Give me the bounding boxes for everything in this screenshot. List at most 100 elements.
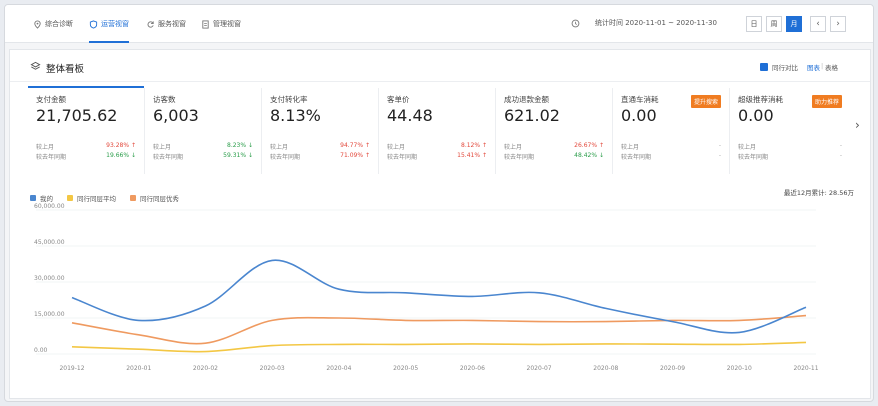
metric-yoy-value: 15.41% ↑ [457, 152, 487, 159]
metric-yoy-value: - [718, 152, 721, 159]
y-tick-label: 30,000.00 [34, 275, 65, 282]
metric-yoy-row: 较去年同期 59.31% ↓ [153, 152, 253, 161]
metric-name: 支付金额 [36, 95, 66, 104]
series-line-mine [71, 259, 807, 334]
y-tick-label: 60,000.00 [34, 203, 65, 210]
series-line-peer-avg [71, 341, 807, 353]
metric-yoy-value: 71.09% ↑ [340, 152, 370, 159]
x-tick-label: 2020-09 [660, 365, 685, 372]
metric-card-conversion[interactable]: 支付转化率 8.13% 较上月 94.77% ↑ 较去年同期 71.09% ↑ [262, 88, 379, 174]
x-tick-label: 2020-03 [260, 365, 285, 372]
metric-yoy-row: 较去年同期 - [621, 152, 721, 161]
metric-card-refund[interactable]: 成功退款金额 621.02 较上月 26.67% ↑ 较去年同期 48.42% ↓ [496, 88, 613, 174]
metric-value: 621.02 [504, 106, 560, 125]
metric-name: 访客数 [153, 95, 176, 104]
metric-yoy-value: 19.66% ↓ [106, 152, 136, 159]
overview-panel: 整体看板 同行对比 图表 | 表格 支付金额 21,705.62 较上月 93.2… [9, 49, 871, 399]
boost-recommend-badge[interactable]: 助力推荐 [811, 95, 842, 108]
metric-mom-row: 较上月 93.28% ↑ [36, 142, 136, 151]
period-week-button[interactable]: 周 [766, 16, 782, 32]
metric-mom-value: 8.12% ↑ [461, 142, 487, 149]
metric-card-visitors[interactable]: 访客数 6,003 较上月 8.23% ↓ 较去年同期 59.31% ↓ [145, 88, 262, 174]
tab-operations[interactable]: 运营视窗 [89, 5, 129, 43]
metric-value: 8.13% [270, 106, 321, 125]
x-tick-label: 2020-05 [393, 365, 418, 372]
metric-mom-row: 较上月 - [621, 142, 721, 151]
metric-yoy-value: - [839, 152, 842, 159]
metric-mom-row: 较上月 - [738, 142, 842, 151]
y-tick-label: 0.00 [34, 347, 48, 354]
metric-card-ztc[interactable]: 直通车消耗 提升搜索 0.00 较上月 - 较去年同期 - [613, 88, 730, 174]
refresh-icon [147, 20, 154, 28]
next-period-button[interactable]: › [830, 16, 846, 32]
period-month-button[interactable]: 月 [786, 16, 802, 32]
x-tick-label: 2020-01 [126, 365, 151, 372]
tab-management[interactable]: 管理视窗 [201, 5, 241, 43]
panel-header: 整体看板 同行对比 图表 | 表格 [10, 50, 870, 82]
metric-value: 44.48 [387, 106, 433, 125]
app-frame: 综合诊断 运营视窗 服务视窗 管理视窗 统计时间 2020-11-01 ~ 20… [4, 4, 874, 402]
document-icon [202, 19, 209, 29]
metric-card-payment[interactable]: 支付金额 21,705.62 较上月 93.28% ↑ 较去年同期 19.66% ↓ [28, 86, 145, 174]
tab-label: 服务视窗 [158, 20, 186, 28]
metric-yoy-row: 较去年同期 15.41% ↑ [387, 152, 487, 161]
metric-value: 0.00 [621, 106, 657, 125]
metric-mom-value: - [839, 142, 842, 149]
x-tick-label: 2020-10 [727, 365, 752, 372]
metric-value: 0.00 [738, 106, 774, 125]
shield-icon [89, 19, 98, 29]
y-tick-label: 45,000.00 [34, 239, 65, 246]
line-chart: 0.00 15,000.00 30,000.00 45,000.00 60,000.00… [34, 203, 819, 372]
x-tick-label: 2020-02 [193, 365, 218, 372]
metric-value: 6,003 [153, 106, 199, 125]
metric-mom-value: 26.67% ↑ [574, 142, 604, 149]
metric-name: 客单价 [387, 95, 410, 104]
location-pin-icon [34, 19, 41, 29]
tab-label: 运营视窗 [101, 20, 129, 28]
metric-yoy-row: 较去年同期 19.66% ↓ [36, 152, 136, 161]
y-tick-label: 15,000.00 [34, 311, 65, 318]
compare-label: 同行对比 [772, 64, 798, 72]
layers-icon [30, 61, 41, 70]
x-tick-label: 2020-07 [527, 365, 552, 372]
metric-mom-row: 较上月 94.77% ↑ [270, 142, 370, 151]
tab-service[interactable]: 服务视窗 [146, 5, 186, 43]
metric-card-super-rec[interactable]: 超级推荐消耗 助力推荐 0.00 较上月 - 较去年同期 - [730, 88, 850, 174]
boost-search-badge[interactable]: 提升搜索 [690, 95, 721, 108]
date-range: 统计时间 2020-11-01 ~ 2020-11-30 [595, 19, 717, 27]
clock-icon [571, 19, 580, 28]
metric-yoy-row: 较去年同期 - [738, 152, 842, 161]
metric-name: 支付转化率 [270, 95, 308, 104]
tab-label: 综合诊断 [45, 20, 73, 28]
x-tick-label: 2020-11 [793, 365, 818, 372]
metric-mom-value: - [718, 142, 721, 149]
x-tick-label: 2020-04 [326, 365, 351, 372]
metric-mom-value: 8.23% ↓ [227, 142, 253, 149]
x-tick-label: 2020-06 [460, 365, 485, 372]
top-nav: 综合诊断 运营视窗 服务视窗 管理视窗 统计时间 2020-11-01 ~ 20… [5, 5, 873, 43]
metric-mom-value: 94.77% ↑ [340, 142, 370, 149]
tab-diagnosis[interactable]: 综合诊断 [33, 5, 73, 43]
metric-yoy-row: 较去年同期 71.09% ↑ [270, 152, 370, 161]
metric-name: 成功退款金额 [504, 95, 549, 104]
metric-yoy-value: 48.42% ↓ [574, 152, 604, 159]
period-day-button[interactable]: 日 [746, 16, 762, 32]
prev-period-button[interactable]: ‹ [810, 16, 826, 32]
series-line-peer-top [71, 314, 807, 345]
metric-mom-row: 较上月 8.12% ↑ [387, 142, 487, 151]
compare-checkbox[interactable] [760, 63, 768, 71]
next-metrics-arrow[interactable]: › [855, 118, 860, 132]
metric-mom-row: 较上月 8.23% ↓ [153, 142, 253, 151]
view-table-toggle[interactable]: 表格 [825, 62, 838, 72]
metric-value: 21,705.62 [36, 106, 118, 125]
metric-yoy-value: 59.31% ↓ [223, 152, 253, 159]
view-chart-toggle[interactable]: 图表 [807, 62, 820, 72]
cumulative-summary: 最近12月累计: 28.56万 [783, 189, 854, 197]
metric-mom-value: 93.28% ↑ [106, 142, 136, 149]
tab-label: 管理视窗 [213, 20, 241, 28]
x-tick-label: 2020-08 [593, 365, 618, 372]
metric-card-avg-price[interactable]: 客单价 44.48 较上月 8.12% ↑ 较去年同期 15.41% ↑ [379, 88, 496, 174]
view-separator: | [821, 62, 824, 70]
metric-mom-row: 较上月 26.67% ↑ [504, 142, 604, 151]
panel-title: 整体看板 [46, 64, 85, 75]
